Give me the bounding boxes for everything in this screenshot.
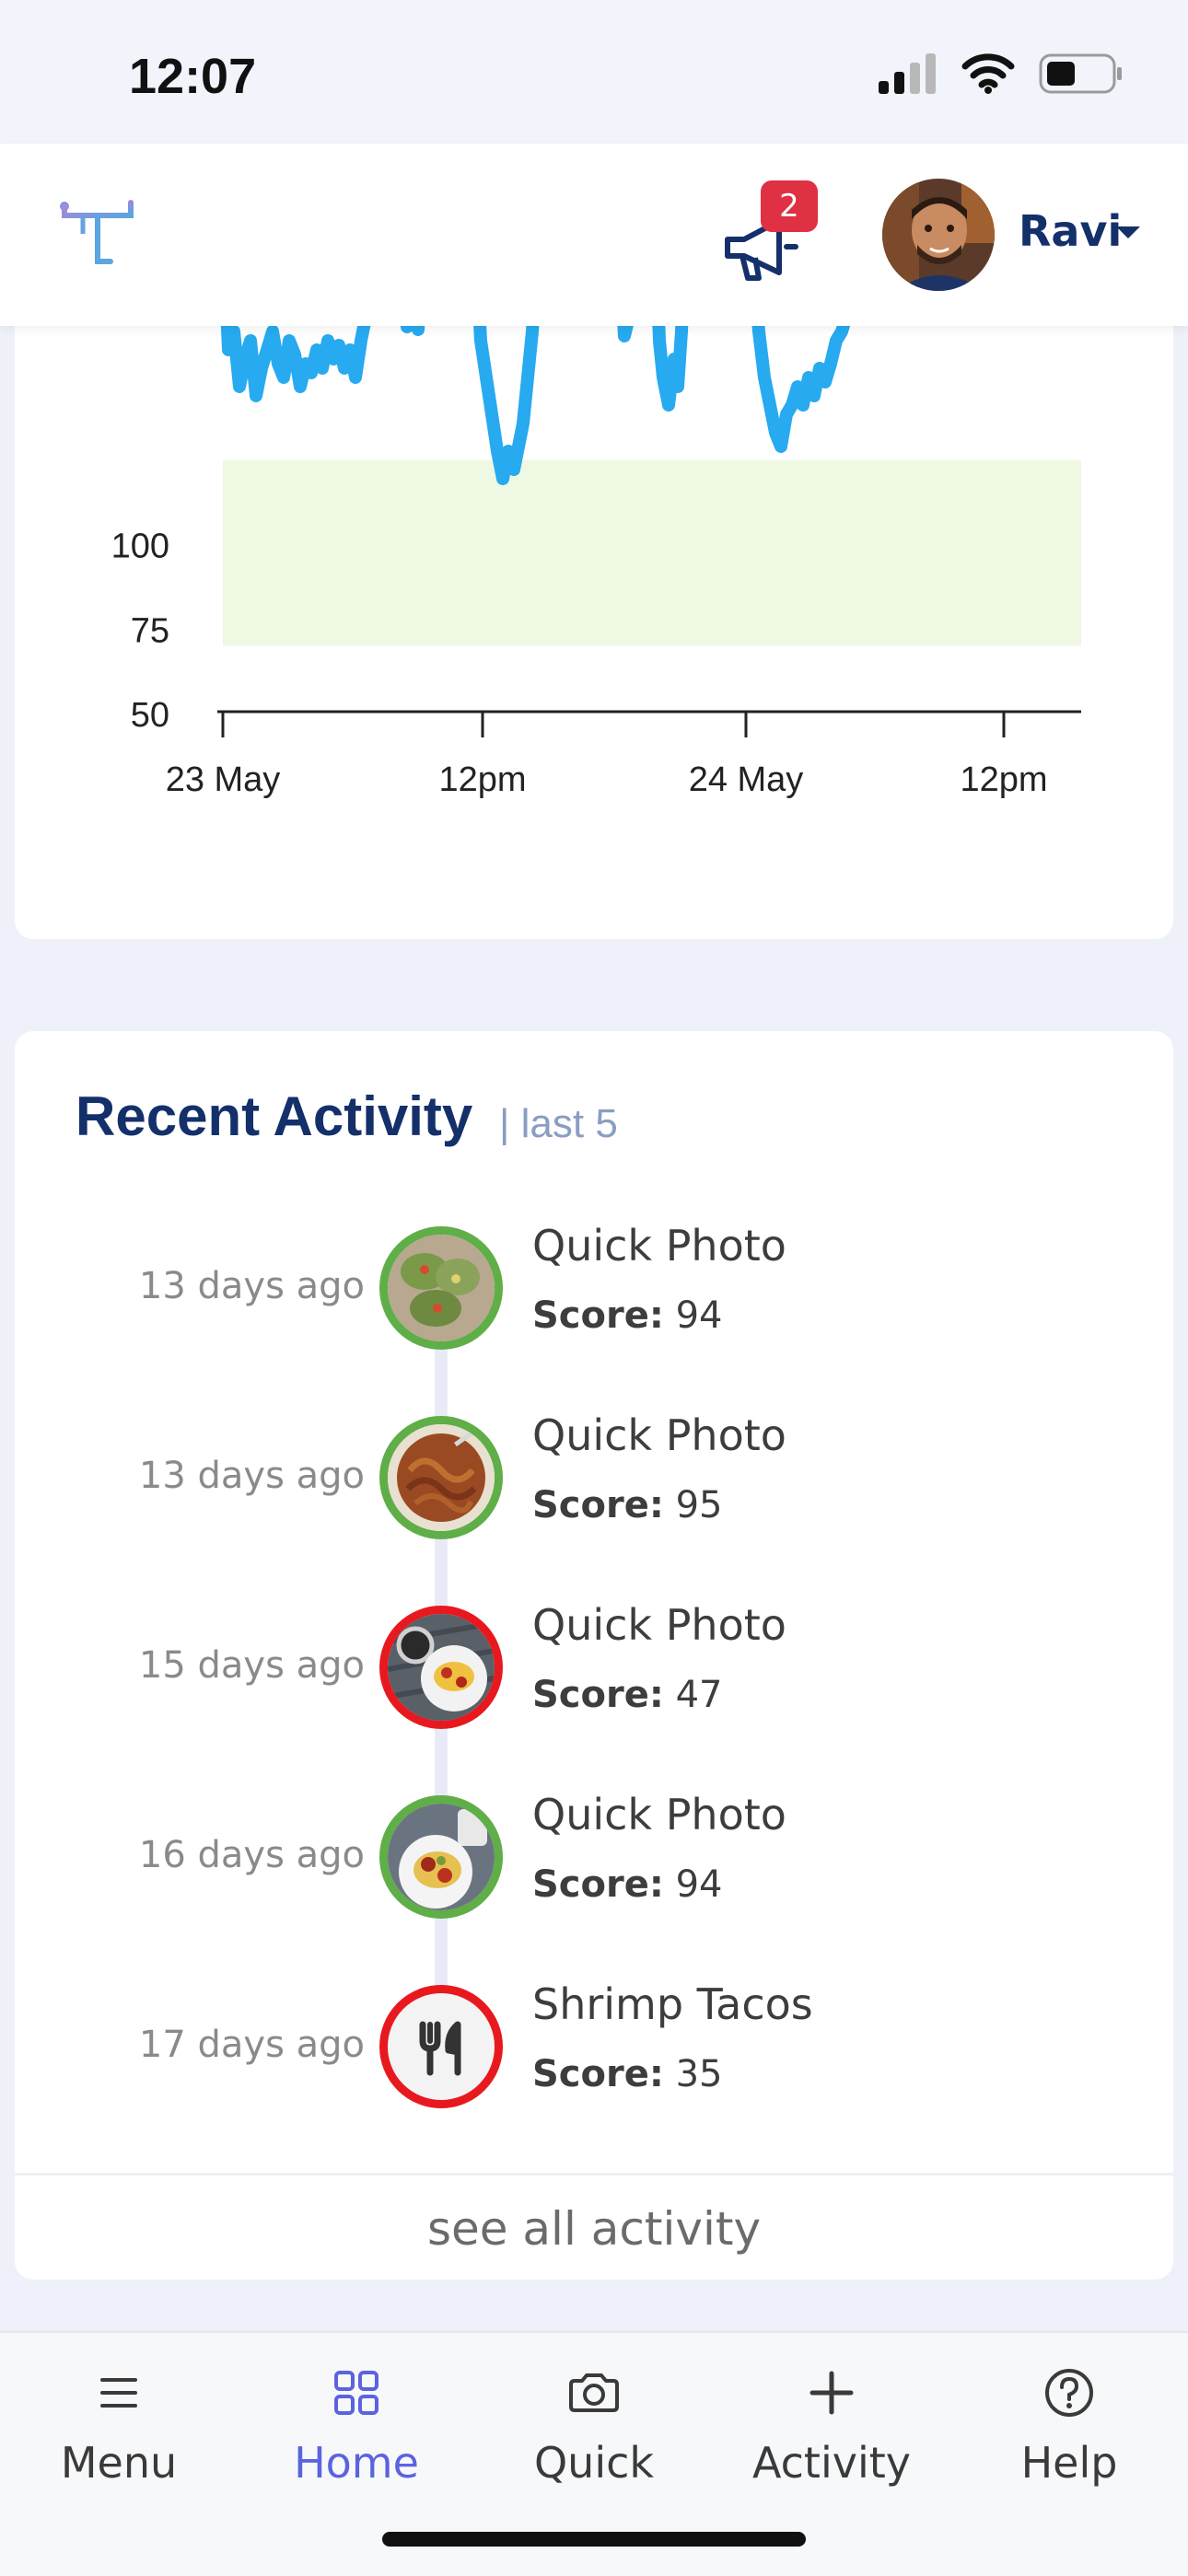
activity-time: 17 days ago — [138, 2024, 365, 2066]
x-tick-label: 23 May — [166, 760, 281, 799]
status-time: 12:07 — [129, 49, 257, 104]
menu-icon — [100, 2378, 137, 2408]
camera-icon — [569, 2373, 619, 2412]
activity-item[interactable]: 13 days ago Quick Photo Score: 94 — [15, 1221, 1173, 1355]
tab-label: Quick — [533, 2438, 655, 2488]
section-subtitle: | last 5 — [499, 1101, 618, 1146]
activity-score: Score: 95 — [532, 1484, 723, 1526]
status-bar: 12:07 — [0, 0, 1188, 144]
glucose-chart-card: 100 75 50 23 May 12pm 24 May 12pm — [15, 276, 1173, 939]
battery-icon — [1039, 53, 1122, 94]
tab-label: Home — [294, 2438, 419, 2488]
activity-score: Score: 94 — [532, 1863, 723, 1906]
activity-thumbnail[interactable] — [379, 1416, 503, 1539]
avatar[interactable] — [882, 179, 995, 291]
activity-name: Quick Photo — [532, 1221, 786, 1271]
divider — [15, 2173, 1173, 2176]
home-indicator — [382, 2532, 806, 2547]
tab-activity[interactable]: Activity — [713, 2361, 950, 2488]
activity-name: Shrimp Tacos — [532, 1979, 813, 2029]
help-icon — [1045, 2369, 1093, 2417]
activity-time: 16 days ago — [138, 1834, 365, 1876]
food-photo-icon — [388, 1614, 495, 1721]
notification-badge: 2 — [761, 180, 818, 232]
activity-item[interactable]: 15 days ago Quick Photo Score: 47 — [15, 1600, 1173, 1735]
activity-item[interactable]: 16 days ago Quick Photo Score: 94 — [15, 1790, 1173, 1924]
wifi-icon — [961, 53, 1015, 94]
status-icons — [879, 53, 1124, 94]
tab-help[interactable]: Help — [950, 2361, 1188, 2488]
activity-score: Score: 47 — [532, 1674, 723, 1716]
plus-icon — [809, 2371, 854, 2415]
activity-item[interactable]: 13 days ago Quick Photo Score: 95 — [15, 1410, 1173, 1545]
recent-activity-card: Recent Activity | last 5 13 days ago Qui… — [15, 1031, 1173, 2280]
activity-thumbnail[interactable] — [379, 1606, 503, 1729]
x-tick-label: 12pm — [960, 760, 1047, 799]
tab-label: Menu — [60, 2438, 178, 2488]
tab-label: Activity — [751, 2438, 912, 2488]
activity-score: Score: 94 — [532, 1294, 723, 1337]
tab-home[interactable]: Home — [238, 2361, 475, 2488]
x-tick-label: 24 May — [689, 760, 804, 799]
user-menu[interactable]: Ravi — [1019, 206, 1122, 256]
activity-time: 15 days ago — [138, 1644, 365, 1687]
y-tick-label: 50 — [131, 696, 169, 735]
y-tick-label: 100 — [111, 528, 169, 566]
see-all-activity-link[interactable]: see all activity — [15, 2202, 1173, 2256]
food-photo-icon — [388, 1804, 495, 1910]
activity-time: 13 days ago — [138, 1455, 365, 1497]
grid-icon — [334, 2371, 379, 2415]
target-range-band — [223, 459, 1081, 646]
app-logo[interactable] — [57, 197, 140, 274]
activity-name: Quick Photo — [532, 1600, 786, 1650]
food-photo-icon — [388, 1424, 495, 1531]
glucose-chart: 100 75 50 23 May 12pm 24 May 12pm — [111, 276, 1081, 799]
food-photo-icon — [388, 1235, 495, 1341]
section-title: Recent Activity — [76, 1085, 473, 1147]
tab-quick[interactable]: Quick — [475, 2361, 713, 2488]
app-header: 2 Ravi — [0, 144, 1188, 326]
activity-thumbnail[interactable] — [379, 1226, 503, 1350]
x-tick-label: 12pm — [438, 760, 526, 799]
cellular-signal-icon — [879, 53, 936, 94]
activity-name: Quick Photo — [532, 1410, 786, 1460]
activity-item[interactable]: 17 days ago Shrimp Tacos Score: 35 — [15, 1979, 1173, 2114]
y-tick-label: 75 — [131, 611, 169, 650]
activity-thumbnail[interactable] — [379, 1795, 503, 1919]
tab-menu[interactable]: Menu — [0, 2361, 238, 2488]
tab-label: Help — [1020, 2438, 1118, 2488]
activity-time: 13 days ago — [138, 1265, 365, 1307]
activity-thumbnail[interactable] — [379, 1985, 503, 2108]
activity-name: Quick Photo — [532, 1790, 786, 1839]
fork-knife-icon — [419, 2021, 461, 2076]
chevron-down-icon[interactable] — [1116, 226, 1140, 238]
activity-score: Score: 35 — [532, 2053, 723, 2095]
